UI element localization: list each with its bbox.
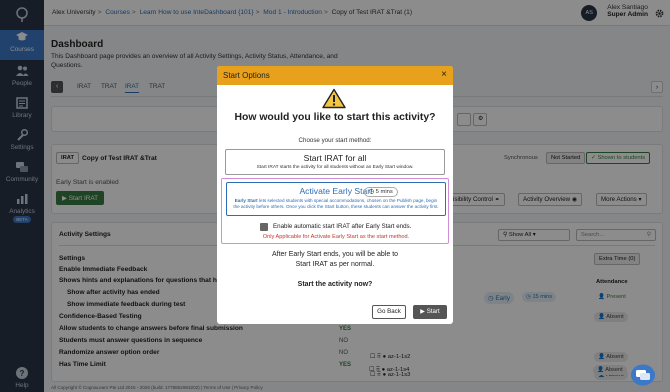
close-icon[interactable]: × (441, 69, 447, 80)
modal-title: Start Options (223, 71, 270, 80)
start-button[interactable]: ▶ Start (413, 305, 447, 319)
auto-start-checkbox[interactable] (260, 223, 268, 231)
after-line-2: Start IRAT as per normal. (295, 261, 375, 268)
modal-header: Start Options × (217, 66, 453, 85)
option-description: Start IRAT starts the activity for all s… (256, 165, 414, 170)
duration-label: 5 mins (375, 189, 393, 195)
auto-start-label: Enable automatic start IRAT after Early … (273, 223, 412, 230)
start-options-modal: Start Options × How would you like to st… (217, 66, 453, 324)
option-title: Start IRAT for all (303, 153, 367, 163)
applicable-note: Only Applicable for Activate Early Start… (262, 234, 410, 240)
early-start-duration: ◷ 5 mins (364, 187, 398, 197)
early-start-term: Early Start (234, 198, 258, 203)
go-back-button[interactable]: Go Back (372, 305, 406, 319)
after-line-1: After Early Start ends, you will be able… (271, 251, 399, 258)
chat-icon[interactable] (630, 364, 656, 386)
choose-method-label: Choose your start method: (298, 137, 372, 144)
early-start-group: Activate Early Start ◷ 5 mins Early Star… (221, 178, 449, 244)
start-irat-for-all-option[interactable]: Start IRAT for all Start IRAT starts the… (225, 149, 445, 175)
after-early-start-note: After Early Start ends, you will be able… (217, 250, 453, 270)
option-description-text: lets selected students with special acco… (233, 198, 439, 209)
modal-question: How would you like to start this activit… (234, 112, 436, 123)
start-label: Start (426, 308, 440, 315)
start-question: Start the activity now? (297, 281, 373, 288)
option-description: Early Start lets selected students with … (227, 196, 445, 210)
activate-early-start-option[interactable]: Activate Early Start ◷ 5 mins Early Star… (226, 182, 446, 216)
option-title: Activate Early Start (299, 186, 373, 196)
warning-icon (322, 88, 346, 109)
